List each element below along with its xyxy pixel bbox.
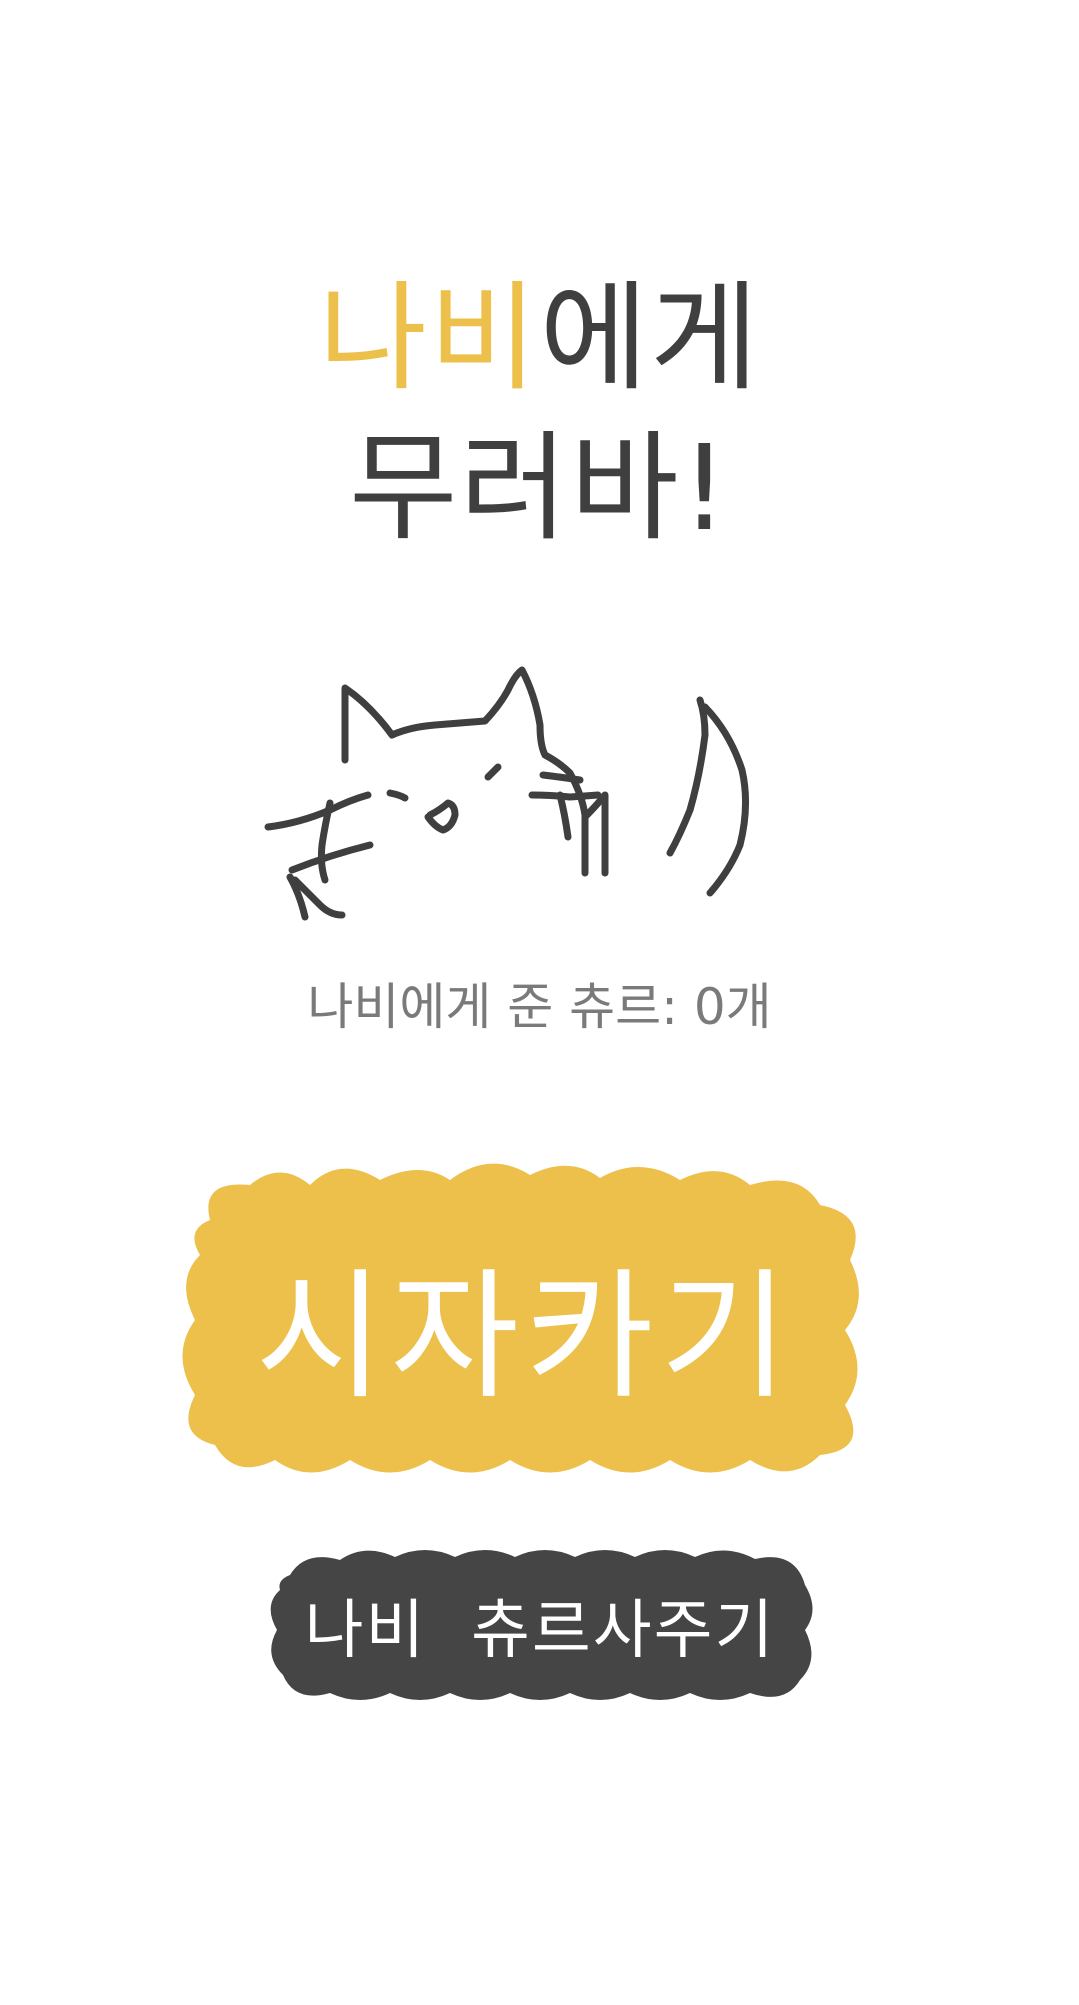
page-title-line-2: 무러바! bbox=[349, 419, 730, 557]
start-button-label: 시자카기 bbox=[255, 1256, 795, 1419]
cat-eye-right bbox=[484, 763, 502, 781]
buy-treat-button-label: 나비 츄르사주기 bbox=[304, 1594, 776, 1668]
cat-drawing bbox=[264, 666, 750, 921]
start-button[interactable]: 시자카기 bbox=[180, 1160, 870, 1490]
title-text: 에게 bbox=[539, 269, 761, 407]
cat-paw bbox=[286, 873, 346, 921]
treat-count-text: 나비에게 준 츄르: 0개 bbox=[307, 978, 772, 1036]
cat-tail-outer bbox=[701, 703, 750, 897]
cat-mouth bbox=[424, 799, 459, 834]
buy-treat-button[interactable]: 나비 츄르사주기 bbox=[265, 1545, 815, 1705]
cat-scribble-3 bbox=[556, 791, 572, 841]
cat-name-highlight: 나비 bbox=[318, 269, 540, 407]
cat-whisker-left-1 bbox=[264, 791, 372, 831]
page-title-line-1: 나비에게 bbox=[0, 268, 1079, 408]
cat-head-outline bbox=[341, 666, 589, 877]
cat-scribble-2 bbox=[539, 771, 584, 784]
cat-whisker-left-2 bbox=[288, 841, 374, 874]
cat-tail bbox=[666, 696, 709, 857]
cat-scribble-1 bbox=[528, 791, 602, 801]
cat-eye-left bbox=[386, 789, 409, 802]
